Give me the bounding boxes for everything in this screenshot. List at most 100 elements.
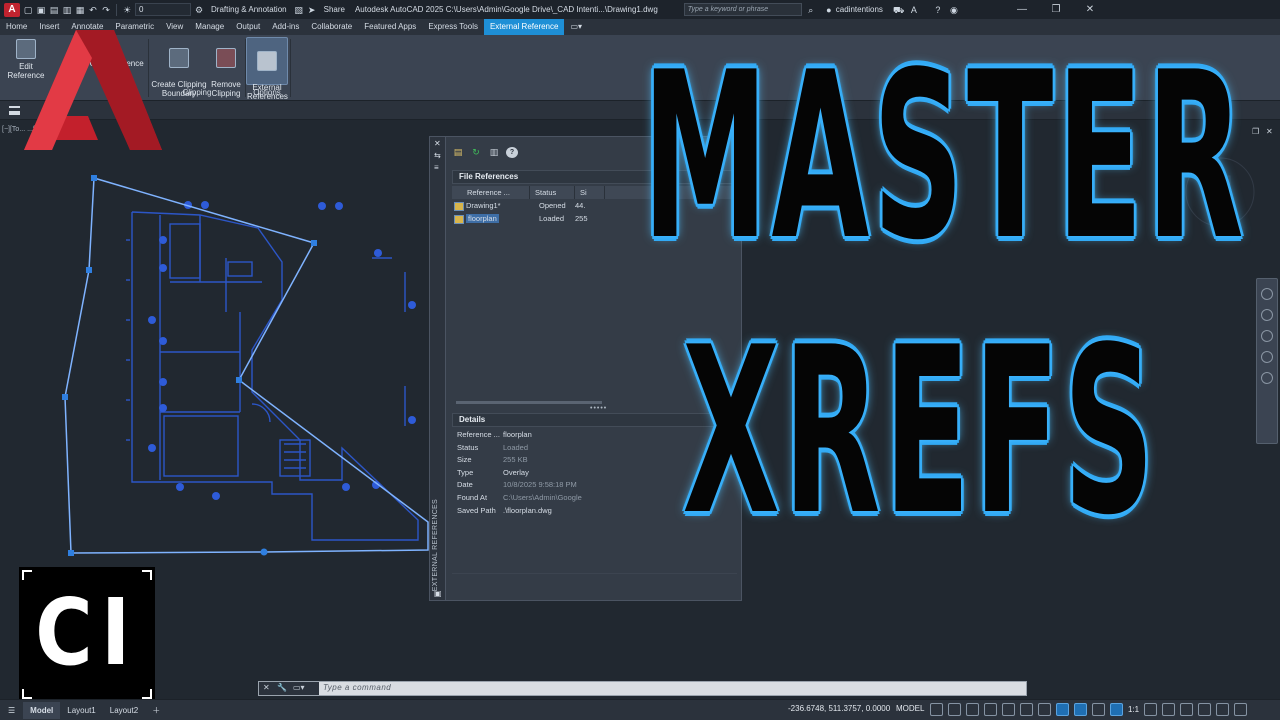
coordinates-readout[interactable]: -236.6748, 511.3757, 0.0000 <box>788 704 890 713</box>
layout-menu-icon[interactable]: ☰ <box>0 702 23 719</box>
row-status: Opened <box>539 201 566 210</box>
minimize-button[interactable]: — <box>1005 4 1039 15</box>
model-space-button[interactable]: MODEL <box>896 704 924 713</box>
command-input[interactable]: Type a command <box>323 683 391 692</box>
close-icon[interactable]: ✕ <box>434 139 441 148</box>
palette-title-bar[interactable]: ✕ ⇆ ≡ EXTERNAL REFERENCES ▣ <box>430 137 446 600</box>
save-icon[interactable]: ▤ <box>49 5 59 15</box>
showmotion-icon[interactable] <box>1261 372 1273 384</box>
autocad-logo <box>24 30 162 150</box>
redo-icon[interactable]: ↷ <box>101 5 111 15</box>
match-properties-icon[interactable]: ▧ <box>294 5 304 15</box>
clean-screen-icon[interactable] <box>1216 703 1230 716</box>
selection-cycling-icon[interactable] <box>1074 703 1087 716</box>
orbit-icon[interactable] <box>1261 351 1273 363</box>
lightbulb-icon[interactable]: ☀ <box>122 5 132 15</box>
row-name: Drawing1* <box>466 201 501 210</box>
tab-collaborate[interactable]: Collaborate <box>305 19 358 35</box>
isodraft-icon[interactable] <box>1020 703 1033 716</box>
tab-layout1[interactable]: Layout1 <box>60 702 102 719</box>
splitter-handle[interactable]: ••••• <box>590 405 607 412</box>
application-menu-button[interactable]: A <box>4 2 20 17</box>
tab-view[interactable]: View <box>160 19 189 35</box>
tab-add-ins[interactable]: Add-ins <box>266 19 305 35</box>
command-line[interactable]: ✕ 🔧 ▭▾ Type a command <box>258 681 1027 696</box>
tab-manage[interactable]: Manage <box>189 19 230 35</box>
user-icon[interactable]: ● <box>824 5 834 15</box>
autoscale-icon[interactable] <box>1110 703 1123 716</box>
overlay-title-master: MASTER <box>642 24 1248 291</box>
column-status[interactable]: Status <box>530 186 575 199</box>
change-path-icon[interactable]: ▥ <box>488 147 500 158</box>
zoom-icon[interactable] <box>1261 330 1273 342</box>
ortho-icon[interactable] <box>984 703 997 716</box>
close-viewport-icon[interactable]: ✕ <box>1266 127 1273 136</box>
clipboard-icon[interactable]: ▣ <box>434 589 442 598</box>
column-size[interactable]: Si <box>575 186 605 199</box>
osnap-icon[interactable] <box>1056 703 1069 716</box>
external-references-button[interactable]: External References <box>246 37 288 101</box>
recent-commands-icon[interactable]: ▭▾ <box>293 683 305 692</box>
navigation-bar[interactable] <box>1256 278 1278 444</box>
help-icon[interactable]: ? <box>506 147 518 158</box>
ribbon-toggle-icon[interactable]: ▭▾ <box>564 19 588 35</box>
restore-viewport-icon[interactable]: ❐ <box>1252 127 1259 136</box>
tab-express-tools[interactable]: Express Tools <box>422 19 484 35</box>
column-reference[interactable]: Reference ... <box>452 186 530 199</box>
grid-icon[interactable] <box>930 703 943 716</box>
save-as-icon[interactable]: ▥ <box>62 5 72 15</box>
restore-button[interactable]: ❐ <box>1039 4 1073 15</box>
tab-external-reference[interactable]: External Reference <box>483 19 565 35</box>
share-button[interactable]: Share <box>320 5 349 14</box>
infer-icon[interactable] <box>966 703 979 716</box>
layer-dropdown[interactable]: 0 <box>135 3 191 16</box>
annotation-monitor-icon[interactable] <box>1162 703 1176 716</box>
pan-icon[interactable] <box>1261 309 1273 321</box>
scroll-bar[interactable] <box>456 401 602 404</box>
clipping-boundary[interactable] <box>62 175 429 556</box>
plot-icon[interactable]: ▦ <box>75 5 85 15</box>
open-icon[interactable]: ▣ <box>36 5 46 15</box>
status-bar: ☰ Model Layout1 Layout2 ＋ -236.6748, 511… <box>0 699 1280 720</box>
new-icon[interactable]: ▢ <box>23 5 33 15</box>
annotation-scale[interactable]: 1:1 <box>1128 703 1139 716</box>
undo-icon[interactable]: ↶ <box>88 5 98 15</box>
auto-hide-icon[interactable]: ⇆ <box>434 151 441 160</box>
cart-icon[interactable]: ⛟ <box>893 5 904 15</box>
polar-icon[interactable] <box>1002 703 1015 716</box>
steering-wheel-icon[interactable] <box>1261 288 1273 300</box>
close-button[interactable]: ✕ <box>1073 4 1107 15</box>
workspace-dropdown[interactable]: Drafting & Annotation <box>207 5 291 14</box>
share-icon[interactable]: ➤ <box>307 5 317 15</box>
search-input[interactable]: Type a keyword or phrase <box>683 3 802 16</box>
search-icon[interactable]: ⌕ <box>806 5 816 15</box>
tab-model[interactable]: Model <box>23 701 61 719</box>
remove-clipping-button[interactable]: Remove Clipping <box>208 35 244 98</box>
tab-featured-apps[interactable]: Featured Apps <box>358 19 422 35</box>
tab-layout2[interactable]: Layout2 <box>103 702 145 719</box>
osnap-tracking-icon[interactable] <box>1038 703 1051 716</box>
user-name[interactable]: cadintentions <box>836 5 883 14</box>
panel-label-options: Options <box>253 88 281 97</box>
refresh-icon[interactable]: ↻ <box>470 147 482 158</box>
attach-icon[interactable]: ▤ <box>452 147 464 158</box>
workspace-gear-icon[interactable] <box>1144 703 1158 716</box>
units-icon[interactable] <box>1180 703 1194 716</box>
add-layout-icon[interactable]: ＋ <box>145 702 167 719</box>
isolate-objects-icon[interactable] <box>1198 703 1212 716</box>
help-icon[interactable]: ? <box>933 5 943 15</box>
remove-clipping-icon <box>216 48 236 68</box>
chat-icon[interactable]: ◉ <box>949 5 959 15</box>
learn-icon[interactable]: A <box>909 5 919 15</box>
wrench-icon[interactable]: 🔧 <box>277 683 287 692</box>
snap-icon[interactable] <box>948 703 961 716</box>
annotation-visibility-icon[interactable] <box>1092 703 1105 716</box>
customization-icon[interactable] <box>1234 703 1248 716</box>
close-icon[interactable]: ✕ <box>263 683 270 692</box>
create-clipping-icon <box>169 48 189 68</box>
tab-output[interactable]: Output <box>230 19 266 35</box>
gear-icon[interactable]: ⚙ <box>194 5 204 15</box>
dimension-markers <box>148 201 416 500</box>
properties-icon[interactable]: ≡ <box>434 163 439 172</box>
overlay-title-xrefs: XREFS <box>682 299 1158 566</box>
